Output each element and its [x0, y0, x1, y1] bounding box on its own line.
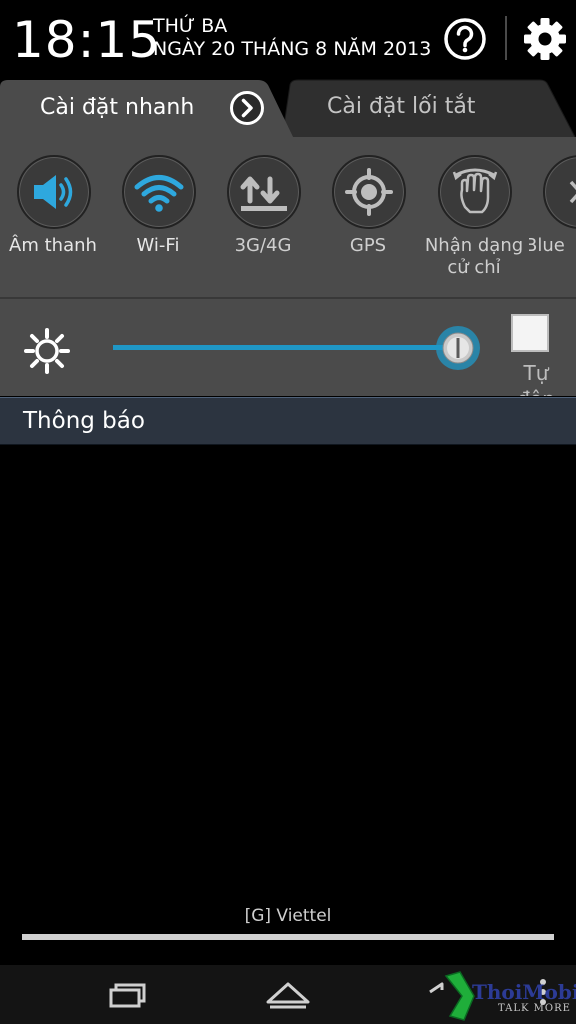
tab-label: Cài đặt lối tắt — [327, 94, 476, 119]
help-button[interactable] — [442, 16, 488, 62]
watermark-brand: ThoiMobile — [472, 980, 576, 1004]
toggle-circle — [122, 155, 196, 229]
tab-shortcut-settings[interactable]: Cài đặt lối tắt — [282, 79, 576, 139]
notifications-title: Thông báo — [23, 408, 145, 434]
brightness-sun-icon — [24, 328, 70, 374]
tab-label: Cài đặt nhanh — [40, 95, 195, 120]
gear-icon — [524, 18, 566, 60]
quick-toggle-wifi[interactable]: Wi-Fi — [108, 155, 208, 285]
auto-brightness-checkbox[interactable] — [511, 314, 549, 352]
toggle-circle — [543, 155, 576, 229]
toggle-circle — [227, 155, 301, 229]
toggle-circle — [332, 155, 406, 229]
auto-brightness-label: Tự độn — [517, 361, 555, 396]
recent-apps-icon — [109, 983, 146, 1008]
help-icon — [444, 18, 486, 60]
clock: 18:15 — [12, 11, 162, 69]
brightness-slider-thumb[interactable] — [434, 324, 482, 372]
quick-toggle-gps[interactable]: GPS — [318, 155, 418, 285]
home-icon — [266, 982, 310, 1009]
quick-toggle-gesture[interactable]: Nhận dạng cử chỉ — [424, 155, 524, 285]
day-of-week: THỨ BA — [153, 15, 228, 37]
recent-apps-button[interactable] — [98, 970, 158, 1018]
settings-button[interactable] — [520, 14, 570, 64]
chevron-right-icon — [230, 91, 264, 125]
date: NGÀY 20 THÁNG 8 NĂM 2013 — [153, 38, 432, 60]
toggle-label: Nhận dạng cử chỉ — [424, 235, 524, 278]
watermark-tagline: TALK MORE — [498, 1003, 571, 1014]
gps-icon — [345, 168, 393, 216]
carrier-label: [G] Viettel — [244, 906, 332, 926]
quick-toggle-sound[interactable]: Âm thanh — [3, 155, 103, 285]
slider-thumb-icon — [436, 326, 480, 370]
brightness-slider-track[interactable] — [113, 345, 458, 350]
speaker-icon — [34, 175, 73, 209]
mobile-data-icon — [240, 176, 287, 211]
drawer-handle[interactable] — [22, 934, 554, 940]
gesture-icon — [452, 168, 498, 214]
toggle-label: Blue — [529, 235, 565, 256]
toggle-circle — [438, 155, 512, 229]
toggle-circle — [17, 155, 91, 229]
quick-toggle-bluetooth[interactable]: Blue — [529, 155, 576, 285]
home-button[interactable] — [258, 970, 318, 1018]
header-divider — [505, 16, 507, 60]
quick-toggle-mobile-data[interactable]: 3G/4G — [213, 155, 313, 285]
bluetooth-icon — [569, 180, 576, 204]
tab-quick-settings[interactable]: Cài đặt nhanh — [0, 77, 295, 141]
wifi-icon — [134, 175, 184, 212]
